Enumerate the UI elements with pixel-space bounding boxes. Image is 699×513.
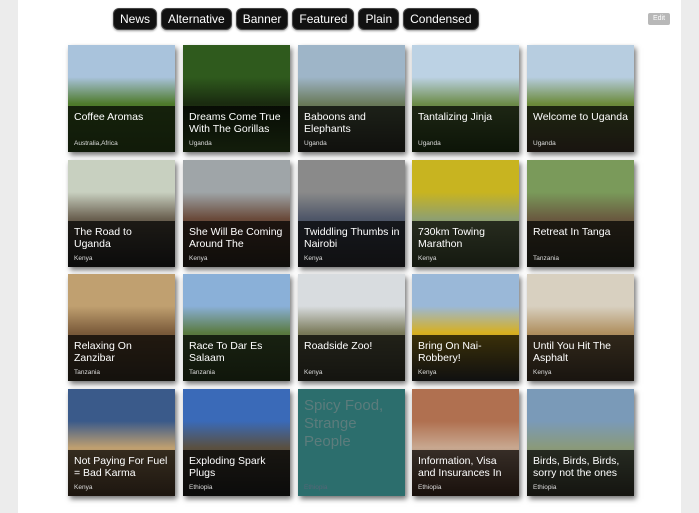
tab-featured[interactable]: Featured	[292, 8, 355, 30]
post-tile[interactable]: Retreat In Tanga Tanzania	[527, 160, 634, 267]
post-title: Race To Dar Es Salaam	[189, 340, 263, 364]
post-title: Until You Hit The Asphalt	[533, 340, 612, 364]
post-tile[interactable]: Until You Hit The Asphalt Kenya	[527, 274, 634, 381]
post-tile[interactable]: Race To Dar Es Salaam Tanzania	[183, 274, 290, 381]
post-tile[interactable]: The Road to Uganda Kenya	[68, 160, 175, 267]
post-tile[interactable]: Tantalizing Jinja Uganda	[412, 45, 519, 152]
post-title: Coffee Aromas	[74, 111, 144, 123]
post-title: Not Paying For Fuel = Bad Karma	[74, 455, 168, 479]
post-title: Relaxing On Zanzibar	[74, 340, 132, 364]
post-location: Kenya	[533, 369, 552, 376]
post-title: Retreat In Tanga	[533, 226, 611, 238]
post-title: She Will Be Coming Around The	[189, 226, 283, 250]
post-tile[interactable]: Exploding Spark Plugs Ethiopia	[183, 389, 290, 496]
post-location: Kenya	[74, 484, 93, 491]
post-tile[interactable]: Information, Visa and Insurances In Ethio…	[412, 389, 519, 496]
post-location: Kenya	[304, 255, 323, 262]
tab-news[interactable]: News	[113, 8, 158, 30]
post-location: Kenya	[304, 369, 323, 376]
layout-tabs: News Alternative Banner Featured Plain C…	[113, 8, 479, 30]
post-location: Uganda	[189, 140, 212, 147]
post-title: Dreams Come True With The Gorillas	[189, 111, 281, 135]
post-title: Twiddling Thumbs in Nairobi	[304, 226, 400, 250]
post-location: Australia,Africa	[74, 140, 118, 147]
tab-banner[interactable]: Banner	[235, 8, 289, 30]
post-title: Information, Visa and Insurances In	[418, 455, 502, 479]
post-title: Roadside Zoo!	[304, 340, 373, 352]
post-title: Tantalizing Jinja	[418, 111, 493, 123]
post-location: Tanzania	[533, 255, 560, 262]
post-tile[interactable]: Roadside Zoo! Kenya	[298, 274, 405, 381]
post-title: Bring On Nai-Robbery!	[418, 340, 482, 364]
post-tile[interactable]: Birds, Birds, Birds, sorry not the ones E…	[527, 389, 634, 496]
tab-condensed[interactable]: Condensed	[403, 8, 479, 30]
post-location: Ethiopia	[418, 484, 442, 491]
post-location: Kenya	[189, 255, 208, 262]
post-tile[interactable]: She Will Be Coming Around The Kenya	[183, 160, 290, 267]
post-tile[interactable]: Welcome to Uganda Uganda	[527, 45, 634, 152]
post-location: Kenya	[418, 255, 437, 262]
post-location: Ethiopia	[304, 484, 328, 491]
post-tile[interactable]: Bring On Nai-Robbery! Kenya	[412, 274, 519, 381]
tab-plain[interactable]: Plain	[358, 8, 400, 30]
post-tile[interactable]: Spicy Food, Strange People Ethiopia	[298, 389, 405, 496]
post-location: Uganda	[304, 140, 327, 147]
post-location: Uganda	[533, 140, 556, 147]
post-title: Baboons and Elephants	[304, 111, 366, 135]
post-title: 730km Towing Marathon	[418, 226, 485, 250]
post-tile[interactable]: Dreams Come True With The Gorillas Uganda	[183, 45, 290, 152]
post-location: Ethiopia	[189, 484, 213, 491]
post-location: Ethiopia	[533, 484, 557, 491]
post-location: Uganda	[418, 140, 441, 147]
post-tile[interactable]: Coffee Aromas Australia,Africa	[68, 45, 175, 152]
post-location: Tanzania	[74, 369, 101, 376]
post-tile[interactable]: Relaxing On Zanzibar Tanzania	[68, 274, 175, 381]
post-tile[interactable]: Baboons and Elephants Uganda	[298, 45, 405, 152]
edit-button[interactable]: Edit	[648, 13, 670, 25]
post-title: Spicy Food, Strange People	[304, 397, 384, 450]
post-title: Birds, Birds, Birds, sorry not the ones	[533, 455, 620, 479]
post-tile[interactable]: 730km Towing Marathon Kenya	[412, 160, 519, 267]
post-title: Welcome to Uganda	[533, 111, 628, 123]
post-tile[interactable]: Not Paying For Fuel = Bad Karma Kenya	[68, 389, 175, 496]
post-location: Kenya	[418, 369, 437, 376]
tab-alternative[interactable]: Alternative	[161, 8, 232, 30]
post-location: Kenya	[74, 255, 93, 262]
post-title: The Road to Uganda	[74, 226, 132, 250]
post-tile[interactable]: Twiddling Thumbs in Nairobi Kenya	[298, 160, 405, 267]
post-grid: Coffee Aromas Australia,Africa Dreams Come…	[68, 45, 634, 496]
post-location: Tanzania	[189, 369, 216, 376]
post-title: Exploding Spark Plugs	[189, 455, 266, 479]
